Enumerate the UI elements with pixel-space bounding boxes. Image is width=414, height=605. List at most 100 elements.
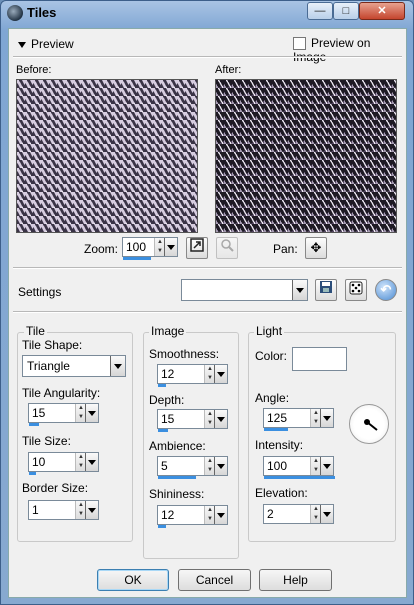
- zoom-slider-bar[interactable]: [123, 257, 151, 260]
- depth-value[interactable]: 15: [161, 412, 174, 426]
- ambience-value[interactable]: 5: [161, 459, 168, 473]
- help-button[interactable]: Help: [259, 569, 332, 591]
- shininess-value[interactable]: 12: [161, 508, 174, 522]
- ambience-slider[interactable]: [158, 476, 196, 479]
- smoothness-value[interactable]: 12: [161, 367, 174, 381]
- after-label: After:: [215, 64, 242, 76]
- tile-size-value[interactable]: 10: [32, 455, 45, 469]
- settings-label: Settings: [18, 285, 62, 299]
- minimize-button[interactable]: —: [307, 2, 333, 20]
- separator: [13, 267, 402, 269]
- dropdown-arrow-icon[interactable]: [214, 457, 227, 475]
- dropdown-arrow-icon[interactable]: [164, 238, 177, 256]
- tile-angularity-value[interactable]: 15: [32, 406, 45, 420]
- dropdown-arrow-icon[interactable]: [292, 280, 307, 300]
- tile-size-spinner[interactable]: 10 ▲ ▼: [28, 452, 99, 475]
- reset-button[interactable]: ↶: [375, 279, 397, 301]
- dropdown-arrow-icon[interactable]: [85, 501, 98, 519]
- shininess-label: Shininess:: [149, 487, 205, 501]
- intensity-slider[interactable]: [264, 476, 335, 479]
- preview-toggle[interactable]: Preview: [18, 37, 74, 51]
- elevation-value[interactable]: 2: [267, 507, 274, 521]
- preview-toggle-label: Preview: [31, 37, 74, 51]
- smoothness-label: Smoothness:: [149, 347, 220, 361]
- tile-size-slider[interactable]: [29, 472, 36, 475]
- ambience-spinner[interactable]: 5 ▲ ▼: [157, 456, 228, 479]
- light-group-label: Light: [254, 324, 285, 338]
- zoom-fit-icon: [190, 238, 204, 252]
- app-icon: [7, 5, 23, 21]
- dialog-client-area: Preview Preview on Image Before: After: …: [8, 28, 407, 598]
- dropdown-arrow-icon[interactable]: [85, 453, 98, 471]
- dropdown-arrow-icon[interactable]: [320, 505, 333, 523]
- dropdown-arrow-icon[interactable]: [320, 409, 333, 427]
- window-title: Tiles: [27, 5, 57, 20]
- tile-angularity-slider[interactable]: [29, 423, 39, 426]
- checkbox-box[interactable]: [293, 37, 306, 51]
- dropdown-arrow-icon[interactable]: [214, 506, 227, 524]
- cancel-button[interactable]: Cancel: [178, 569, 251, 591]
- intensity-spinner[interactable]: 100 ▲ ▼: [263, 456, 335, 479]
- floppy-disk-icon: [320, 281, 332, 293]
- angle-spinner[interactable]: 125 ▲ ▼: [263, 408, 334, 431]
- angle-value[interactable]: 125: [267, 411, 287, 425]
- before-preview-image[interactable]: [16, 79, 198, 233]
- pan-button[interactable]: ✥: [305, 237, 327, 259]
- depth-slider[interactable]: [158, 429, 168, 432]
- zoom-lens-button[interactable]: [216, 237, 238, 259]
- separator: [13, 56, 402, 58]
- zoom-to-fit-button[interactable]: [186, 237, 208, 259]
- ok-button[interactable]: OK: [97, 569, 169, 591]
- dice-icon: [349, 281, 363, 295]
- light-angle-dial[interactable]: [349, 404, 389, 444]
- tiles-dialog-window: Tiles — □ ✕ Preview Preview on Image Bef…: [0, 0, 414, 605]
- tile-angularity-label: Tile Angularity:: [22, 386, 101, 400]
- border-size-value[interactable]: 1: [32, 503, 39, 517]
- shininess-spinner[interactable]: 12 ▲ ▼: [157, 505, 228, 528]
- border-size-label: Border Size:: [22, 481, 89, 495]
- collapse-triangle-icon: [18, 41, 26, 48]
- shininess-slider[interactable]: [158, 525, 166, 528]
- move-icon: ✥: [310, 240, 322, 255]
- dropdown-arrow-icon[interactable]: [214, 410, 227, 428]
- after-preview-image[interactable]: [215, 79, 397, 233]
- depth-label: Depth:: [149, 393, 185, 407]
- angle-label: Angle:: [255, 391, 290, 405]
- maximize-button[interactable]: □: [333, 2, 359, 20]
- intensity-value[interactable]: 100: [267, 459, 287, 473]
- close-button[interactable]: ✕: [359, 2, 405, 20]
- tile-shape-label: Tile Shape:: [22, 338, 83, 352]
- dropdown-arrow-icon[interactable]: [110, 356, 125, 376]
- tile-shape-select[interactable]: Triangle: [22, 355, 126, 377]
- before-label: Before:: [16, 64, 52, 76]
- light-color-swatch[interactable]: [292, 347, 347, 371]
- save-preset-button[interactable]: [315, 279, 337, 301]
- smoothness-slider[interactable]: [158, 384, 166, 387]
- tile-angularity-spinner[interactable]: 15 ▲ ▼: [28, 403, 99, 426]
- elevation-label: Elevation:: [255, 486, 308, 500]
- pan-label: Pan:: [273, 242, 298, 256]
- tile-size-label: Tile Size:: [22, 434, 71, 448]
- title-bar[interactable]: Tiles — □ ✕: [1, 1, 413, 25]
- angle-slider[interactable]: [264, 428, 288, 431]
- depth-spinner[interactable]: 15 ▲ ▼: [157, 409, 228, 432]
- randomize-button[interactable]: [345, 279, 367, 301]
- separator: [13, 311, 402, 313]
- dropdown-arrow-icon[interactable]: [214, 365, 227, 383]
- zoom-label: Zoom:: [84, 242, 119, 256]
- smoothness-spinner[interactable]: 12 ▲ ▼: [157, 364, 228, 387]
- light-color-label: Color:: [255, 349, 288, 363]
- elevation-spinner[interactable]: 2 ▲ ▼: [263, 504, 334, 524]
- ambience-label: Ambience:: [149, 439, 206, 453]
- dropdown-arrow-icon[interactable]: [85, 404, 98, 422]
- tile-shape-value[interactable]: Triangle: [27, 359, 70, 373]
- magnifier-icon: [221, 239, 234, 252]
- preview-on-image-checkbox[interactable]: Preview on Image: [293, 36, 406, 64]
- dropdown-arrow-icon[interactable]: [320, 457, 333, 475]
- zoom-value[interactable]: 100: [126, 240, 146, 254]
- dial-needle-icon: [364, 419, 378, 431]
- border-size-spinner[interactable]: 1 ▲ ▼: [28, 500, 99, 520]
- zoom-spinner[interactable]: 100 ▲ ▼: [122, 237, 178, 260]
- tile-group-label: Tile: [24, 324, 47, 338]
- settings-preset-combo[interactable]: [181, 279, 308, 301]
